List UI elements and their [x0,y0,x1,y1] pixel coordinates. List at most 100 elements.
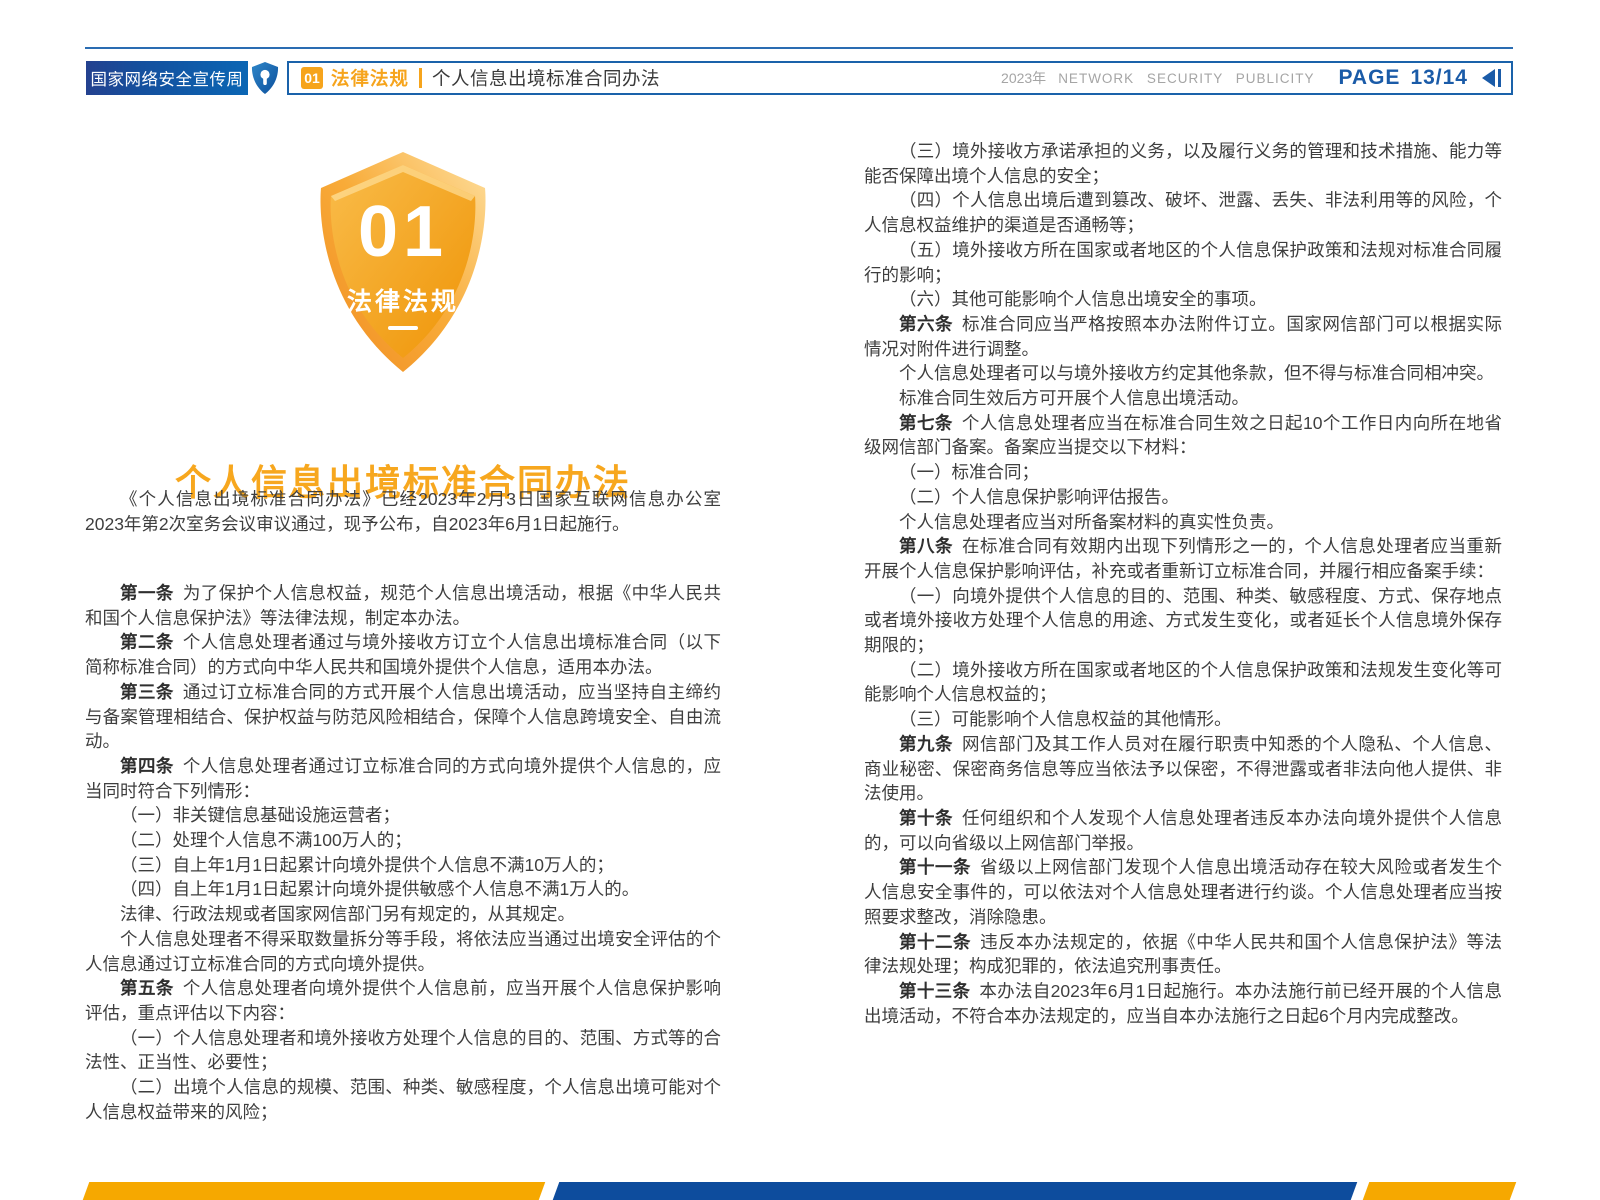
chapter-shield-badge: 01 法律法规 [85,146,721,376]
paragraph: 第九条网信部门及其工作人员对在履行职责中知悉的个人隐私、个人信息、商业秘密、保密… [864,732,1502,806]
clause-text: （二）出境个人信息的规模、范围、种类、敏感程度，个人信息出境可能对个人信息权益带… [85,1077,721,1122]
paragraph: 第八条在标准合同有效期内出现下列情形之一的，个人信息处理者应当重新开展个人信息保… [864,534,1502,583]
brand-banner: 国家网络安全宣传周 [86,61,248,95]
document-page: 国家网络安全宣传周 01 法律法规 个人信息出境标准合同办法 2023年 NET… [0,0,1600,1200]
paragraph: 第一条为了保护个人信息权益，规范个人信息出境活动，根据《中华人民共和国个人信息保… [85,581,721,630]
clause-text: 个人信息处理者不得采取数量拆分等手段，将依法应当通过出境安全评估的个人信息通过订… [85,929,721,974]
prev-page-icon[interactable] [1482,69,1501,87]
clause-text: （二）个人信息保护影响评估报告。 [899,487,1179,507]
header-top-rule [85,47,1513,49]
paragraph: （二）出境个人信息的规模、范围、种类、敏感程度，个人信息出境可能对个人信息权益带… [85,1075,721,1124]
paragraph: （一）个人信息处理者和境外接收方处理个人信息的目的、范围、方式等的合法性、正当性… [85,1026,721,1075]
paragraph: 个人信息处理者不得采取数量拆分等手段，将依法应当通过出境安全评估的个人信息通过订… [85,927,721,976]
clause-text: 任何组织和个人发现个人信息处理者违反本办法向境外提供个人信息的，可以向省级以上网… [864,808,1502,853]
clause-number: 第三条 [120,682,174,702]
clause-number: 第二条 [120,632,174,652]
clause-text: 法律、行政法规或者国家网信部门另有规定的，从其规定。 [120,904,575,924]
triangle-left-icon [1482,69,1495,87]
paragraph: （三）自上年1月1日起累计向境外提供个人信息不满10万人的； [85,853,721,878]
clause-text: 个人信息处理者应当在标准合同生效之日起10个工作日内向所在地省级网信部门备案。备… [864,413,1502,458]
brand-label: 国家网络安全宣传周 [91,66,244,90]
paragraph: （四）个人信息出境后遭到篡改、破坏、泄露、丢失、非法利用等的风险，个人信息权益维… [864,188,1502,237]
clause-text: （二）境外接收方所在国家或者地区的个人信息保护政策和法规发生变化等可能影响个人信… [864,660,1502,705]
clause-text: （二）处理个人信息不满100万人的； [120,830,412,850]
paragraph: 第十二条违反本办法规定的，依据《中华人民共和国个人信息保护法》等法律法规处理；构… [864,930,1502,979]
chapter-label: 法律法规 [331,65,409,91]
shield-label: 法律法规 [305,282,501,318]
paragraph: 个人信息处理者可以与境外接收方约定其他条款，但不得与标准合同相冲突。 [864,361,1502,386]
clause-text: （一）非关键信息基础设施运营者； [120,805,400,825]
paragraph: 个人信息处理者应当对所备案材料的真实性负责。 [864,510,1502,535]
paragraph: （三）境外接收方承诺承担的义务，以及履行义务的管理和技术措施、能力等能否保障出境… [864,139,1502,188]
clause-number: 第十一条 [899,857,971,877]
clause-number: 第十二条 [899,932,971,952]
page-number: 13/14 [1410,66,1468,90]
clause-number: 第七条 [899,413,953,433]
intro-paragraph: 《个人信息出境标准合同办法》已经2023年2月3日国家互联网信息办公室2023年… [85,487,721,536]
chapter-number-badge: 01 [301,67,323,89]
shield-dash [388,326,418,330]
paragraph: （二）处理个人信息不满100万人的； [85,828,721,853]
paragraph: （一）非关键信息基础设施运营者； [85,803,721,828]
clause-number: 第十三条 [899,981,970,1001]
paragraph: 标准合同生效后方可开展个人信息出境活动。 [864,386,1502,411]
paragraph: 第十三条本办法自2023年6月1日起施行。本办法施行前已经开展的个人信息出境活动… [864,979,1502,1028]
clause-text: （五）境外接收方所在国家或者地区的个人信息保护政策和法规对标准合同履行的影响； [864,240,1502,285]
paragraph: （六）其他可能影响个人信息出境安全的事项。 [864,287,1502,312]
clause-text: （三）可能影响个人信息权益的其他情形。 [899,709,1232,729]
paragraph: （二）个人信息保护影响评估报告。 [864,485,1502,510]
paragraph: 第六条标准合同应当严格按照本办法附件订立。国家网信部门可以根据实际情况对附件进行… [864,312,1502,361]
page-indicator: PAGE 13/14 [1338,66,1468,90]
clause-text: （三）自上年1月1日起累计向境外提供个人信息不满10万人的； [120,855,614,875]
clause-text: （六）其他可能影响个人信息出境安全的事项。 [899,289,1267,309]
page-label: PAGE [1338,66,1400,90]
paragraph: 第五条个人信息处理者向境外提供个人信息前，应当开展个人信息保护影响评估，重点评估… [85,976,721,1025]
clause-text: （一）个人信息处理者和境外接收方处理个人信息的目的、范围、方式等的合法性、正当性… [85,1028,721,1073]
document-title: 个人信息出境标准合同办法 [432,65,660,91]
year-label: 2023年 [1001,68,1046,88]
clause-text: 个人信息处理者通过与境外接收方订立个人信息出境标准合同（以下简称标准合同）的方式… [85,632,721,677]
triangle-bar-icon [1498,69,1501,87]
article-intro: 《个人信息出境标准合同办法》已经2023年2月3日国家互联网信息办公室2023年… [85,487,721,536]
clause-number: 第一条 [120,583,174,603]
paragraph: 法律、行政法规或者国家网信部门另有规定的，从其规定。 [85,902,721,927]
paragraph: 第四条个人信息处理者通过订立标准合同的方式向境外提供个人信息的，应当同时符合下列… [85,754,721,803]
header-bar: 01 法律法规 个人信息出境标准合同办法 2023年 NETWORK SECUR… [287,61,1513,95]
clause-number: 第五条 [120,978,174,998]
clause-text: 标准合同生效后方可开展个人信息出境活动。 [899,388,1249,408]
clause-text: （四）自上年1月1日起累计向境外提供敏感个人信息不满1万人的。 [120,879,639,899]
paragraph: 第三条通过订立标准合同的方式开展个人信息出境活动，应当坚持自主缔约与备案管理相结… [85,680,721,754]
clause-text: （一）向境外提供个人信息的目的、范围、种类、敏感程度、方式、保存地点或者境外接收… [864,586,1502,655]
clause-text: 在标准合同有效期内出现下列情形之一的，个人信息处理者应当重新开展个人信息保护影响… [864,536,1502,581]
clause-number: 第八条 [899,536,953,556]
clause-text: 网信部门及其工作人员对在履行职责中知悉的个人隐私、个人信息、商业秘密、保密商务信… [864,734,1502,803]
clause-number: 第六条 [899,314,953,334]
clause-text: 标准合同应当严格按照本办法附件订立。国家网信部门可以根据实际情况对附件进行调整。 [864,314,1502,359]
right-column: （三）境外接收方承诺承担的义务，以及履行义务的管理和技术措施、能力等能否保障出境… [864,139,1502,1028]
paragraph: （一）标准合同； [864,460,1502,485]
paragraph: 第十一条省级以上网信部门发现个人信息出境活动存在较大风险或者发生个人信息安全事件… [864,855,1502,929]
header-divider [419,68,422,88]
paragraph: （四）自上年1月1日起累计向境外提供敏感个人信息不满1万人的。 [85,877,721,902]
clause-number: 第四条 [120,756,174,776]
paragraph: （二）境外接收方所在国家或者地区的个人信息保护政策和法规发生变化等可能影响个人信… [864,658,1502,707]
shield-number: 01 [305,196,501,268]
clause-text: （一）标准合同； [899,462,1039,482]
clause-text: 个人信息处理者应当对所备案材料的真实性负责。 [899,512,1284,532]
clause-text: （三）境外接收方承诺承担的义务，以及履行义务的管理和技术措施、能力等能否保障出境… [864,141,1502,186]
shield-lock-icon [251,61,279,95]
paragraph: （一）向境外提供个人信息的目的、范围、种类、敏感程度、方式、保存地点或者境外接收… [864,584,1502,658]
footer-bar-orange-left [83,1182,546,1200]
clause-text: 个人信息处理者向境外提供个人信息前，应当开展个人信息保护影响评估，重点评估以下内… [85,978,721,1023]
clause-text: 通过订立标准合同的方式开展个人信息出境活动，应当坚持自主缔约与备案管理相结合、保… [85,682,721,751]
publicity-label: NETWORK SECURITY PUBLICITY [1058,71,1314,86]
paragraph: 第七条个人信息处理者应当在标准合同生效之日起10个工作日内向所在地省级网信部门备… [864,411,1502,460]
left-column: 第一条为了保护个人信息权益，规范个人信息出境活动，根据《中华人民共和国个人信息保… [85,581,721,1124]
clause-text: 个人信息处理者通过订立标准合同的方式向境外提供个人信息的，应当同时符合下列情形： [85,756,721,801]
clause-number: 第十条 [899,808,953,828]
clause-text: （四）个人信息出境后遭到篡改、破坏、泄露、丢失、非法利用等的风险，个人信息权益维… [864,190,1502,235]
clause-number: 第九条 [899,734,953,754]
paragraph: （五）境外接收方所在国家或者地区的个人信息保护政策和法规对标准合同履行的影响； [864,238,1502,287]
paragraph: 第十条任何组织和个人发现个人信息处理者违反本办法向境外提供个人信息的，可以向省级… [864,806,1502,855]
paragraph: 第二条个人信息处理者通过与境外接收方订立个人信息出境标准合同（以下简称标准合同）… [85,630,721,679]
